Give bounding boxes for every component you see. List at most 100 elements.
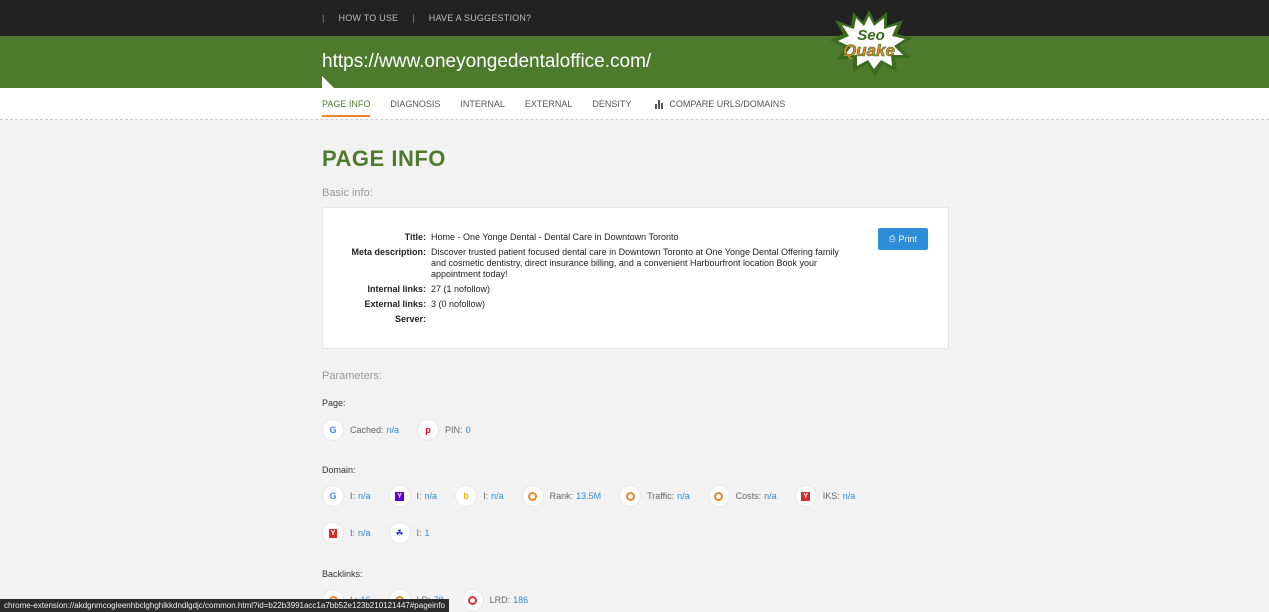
google-icon: G [322, 419, 344, 441]
page-group-label: Page: [322, 398, 346, 408]
top-links: | HOW TO USE | HAVE A SUGGESTION? [322, 0, 545, 36]
separator: | [322, 13, 325, 23]
semrush-costs-icon [707, 485, 730, 507]
logo-quake-text: Quake [843, 41, 895, 60]
external-links-key: External links: [364, 299, 426, 309]
server-row: Server: [337, 314, 877, 325]
how-to-use-link[interactable]: HOW TO USE [339, 13, 399, 23]
tab-diagnosis[interactable]: DIAGNOSIS [390, 93, 440, 115]
backlinks-group-label: Backlinks: [322, 569, 363, 579]
yahoo-icon: Y [388, 485, 411, 507]
param-value: 1 [424, 528, 430, 538]
param-label: I: [350, 528, 356, 538]
yandex-icon: Y [322, 522, 344, 544]
server-key: Server: [394, 314, 426, 324]
tab-external[interactable]: EXTERNAL [525, 93, 573, 115]
param-yahoo-index[interactable]: Y I: n/a [388, 485, 438, 507]
semrush-traffic-icon [619, 485, 642, 507]
param-value: n/a [358, 528, 371, 538]
meta-line-1: Discover trusted patient focused dental … [431, 247, 839, 257]
param-google-index[interactable]: G I: n/a [322, 485, 371, 507]
top-bar: | HOW TO USE | HAVE A SUGGESTION? [0, 0, 1269, 36]
print-label: Print [898, 234, 917, 244]
param-label: Traffic: [647, 491, 675, 501]
nav-tabs: PAGE INFO DIAGNOSIS INTERNAL EXTERNAL DE… [322, 88, 805, 120]
url-header: https://www.oneyongedentaloffice.com/ [0, 36, 1269, 88]
pinterest-icon: p [417, 419, 440, 441]
param-value: 13.5M [576, 491, 602, 501]
param-pin[interactable]: p PIN: 0 [417, 419, 471, 441]
parameters-label: Parameters: [322, 370, 382, 382]
yahoo-glyph: Y [395, 491, 404, 501]
param-value: 0 [465, 425, 471, 435]
title-row: Title: Home - One Yonge Dental - Dental … [337, 232, 877, 243]
domain-params-row2: Y I: n/a ☘ I: 1 [322, 522, 448, 544]
yandex-iks-icon: Y [794, 485, 817, 507]
domain-group-label: Domain: [322, 465, 356, 475]
param-label: Costs: [735, 491, 762, 501]
seoquake-logo: Seo Quake [829, 10, 913, 76]
external-links-value: 3 (0 nofollow) [431, 299, 486, 309]
printer-icon: ⎙ [889, 234, 896, 243]
nav-bar: PAGE INFO DIAGNOSIS INTERNAL EXTERNAL DE… [0, 88, 1269, 120]
param-label: I: [483, 491, 489, 501]
param-value: n/a [358, 491, 371, 501]
print-button[interactable]: ⎙ Print [878, 228, 928, 250]
yandex-glyph: Y [801, 491, 811, 501]
basic-info-card: Title: Home - One Yonge Dental - Dental … [322, 207, 949, 349]
param-value: n/a [424, 491, 438, 501]
external-links-row: External links: 3 (0 nofollow) [337, 299, 877, 310]
google-icon: G [322, 485, 344, 507]
meta-line-3: appointment today! [431, 269, 508, 279]
param-rank[interactable]: Rank: 13.5M [521, 485, 602, 507]
title-value: Home - One Yonge Dental - Dental Care in… [431, 232, 679, 242]
param-value: n/a [386, 425, 400, 435]
param-cached[interactable]: G Cached: n/a [322, 419, 399, 441]
page-title: PAGE INFO [322, 146, 446, 171]
param-baidu-index[interactable]: ☘ I: 1 [388, 522, 430, 544]
suggestion-link[interactable]: HAVE A SUGGESTION? [429, 13, 531, 23]
tab-density[interactable]: DENSITY [592, 93, 631, 115]
param-traffic[interactable]: Traffic: n/a [619, 485, 690, 507]
param-label: Cached: [350, 425, 384, 435]
param-label: IKS: [822, 491, 840, 501]
tab-compare-label: COMPARE URLS/DOMAINS [669, 99, 786, 109]
tab-compare[interactable]: COMPARE URLS/DOMAINS [655, 93, 785, 115]
tab-page-info[interactable]: PAGE INFO [322, 93, 371, 117]
title-key: Title: [404, 232, 426, 242]
param-label: PIN: [445, 425, 463, 435]
param-value: n/a [842, 491, 856, 501]
bing-icon: b [455, 485, 478, 507]
param-label: I: [416, 491, 422, 501]
param-bing-index[interactable]: b I: n/a [455, 485, 504, 507]
param-costs[interactable]: Costs: n/a [707, 485, 777, 507]
domain-params-row1: G I: n/a Y I: n/a b I: n/a Rank: 13.5M T… [322, 485, 873, 507]
bar-chart-icon [655, 99, 665, 109]
header-notch [322, 76, 334, 88]
param-label: I: [350, 491, 356, 501]
browser-status-bar: chrome-extension://akdgnmcogleenhbclghgh… [0, 599, 449, 612]
meta-value: Discover trusted patient focused dental … [431, 247, 839, 280]
page-params: G Cached: n/a p PIN: 0 [322, 419, 489, 441]
param-label: Rank: [549, 491, 574, 501]
basic-info-label: Basic info: [322, 187, 373, 199]
param-backlinks-lrd[interactable]: LRD: 186 [461, 589, 529, 611]
separator: | [412, 13, 415, 23]
page-url: https://www.oneyongedentaloffice.com/ [322, 51, 652, 72]
meta-row: Meta description: Discover trusted patie… [337, 247, 877, 280]
param-value: 186 [513, 595, 529, 605]
param-yandex-index[interactable]: Y I: n/a [322, 522, 371, 544]
internal-links-key: Internal links: [367, 284, 426, 294]
param-value: n/a [764, 491, 777, 501]
param-iks[interactable]: Y IKS: n/a [794, 485, 856, 507]
semrush-lrd-icon [461, 589, 484, 611]
internal-links-value: 27 (1 nofollow) [431, 284, 491, 294]
param-value: n/a [677, 491, 690, 501]
yandex-glyph: Y [328, 528, 338, 538]
meta-key: Meta description: [351, 247, 426, 257]
baidu-icon: ☘ [388, 522, 411, 544]
semrush-rank-icon [521, 485, 544, 507]
tab-internal[interactable]: INTERNAL [460, 93, 505, 115]
internal-links-row: Internal links: 27 (1 nofollow) [337, 284, 877, 295]
param-label: LRD: [489, 595, 511, 605]
